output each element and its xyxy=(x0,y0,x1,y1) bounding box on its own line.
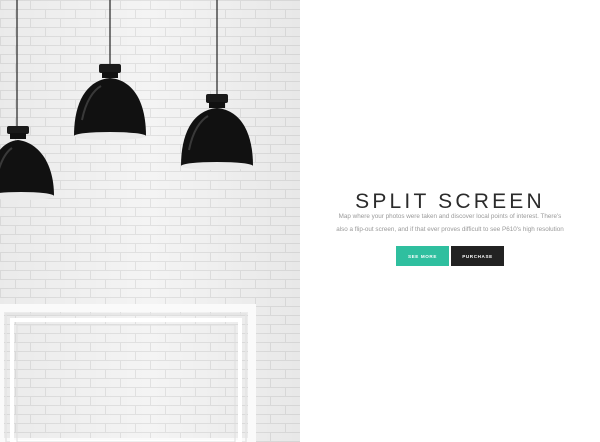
brick-wall-illustration xyxy=(0,0,300,442)
hero-image xyxy=(0,0,300,442)
button-group: SEE MORE PURCHASE xyxy=(300,246,600,266)
purchase-button[interactable]: PURCHASE xyxy=(451,246,504,266)
content-panel: SPLIT SCREEN Map where your photos were … xyxy=(300,0,600,442)
description: Map where your photos were taken and dis… xyxy=(300,210,600,236)
split-screen-page: SPLIT SCREEN Map where your photos were … xyxy=(0,0,600,442)
see-more-button[interactable]: SEE MORE xyxy=(396,246,449,266)
description-line-1: Map where your photos were taken and dis… xyxy=(338,213,562,220)
description-line-2: also a flip-out screen, and if that ever… xyxy=(336,226,564,233)
